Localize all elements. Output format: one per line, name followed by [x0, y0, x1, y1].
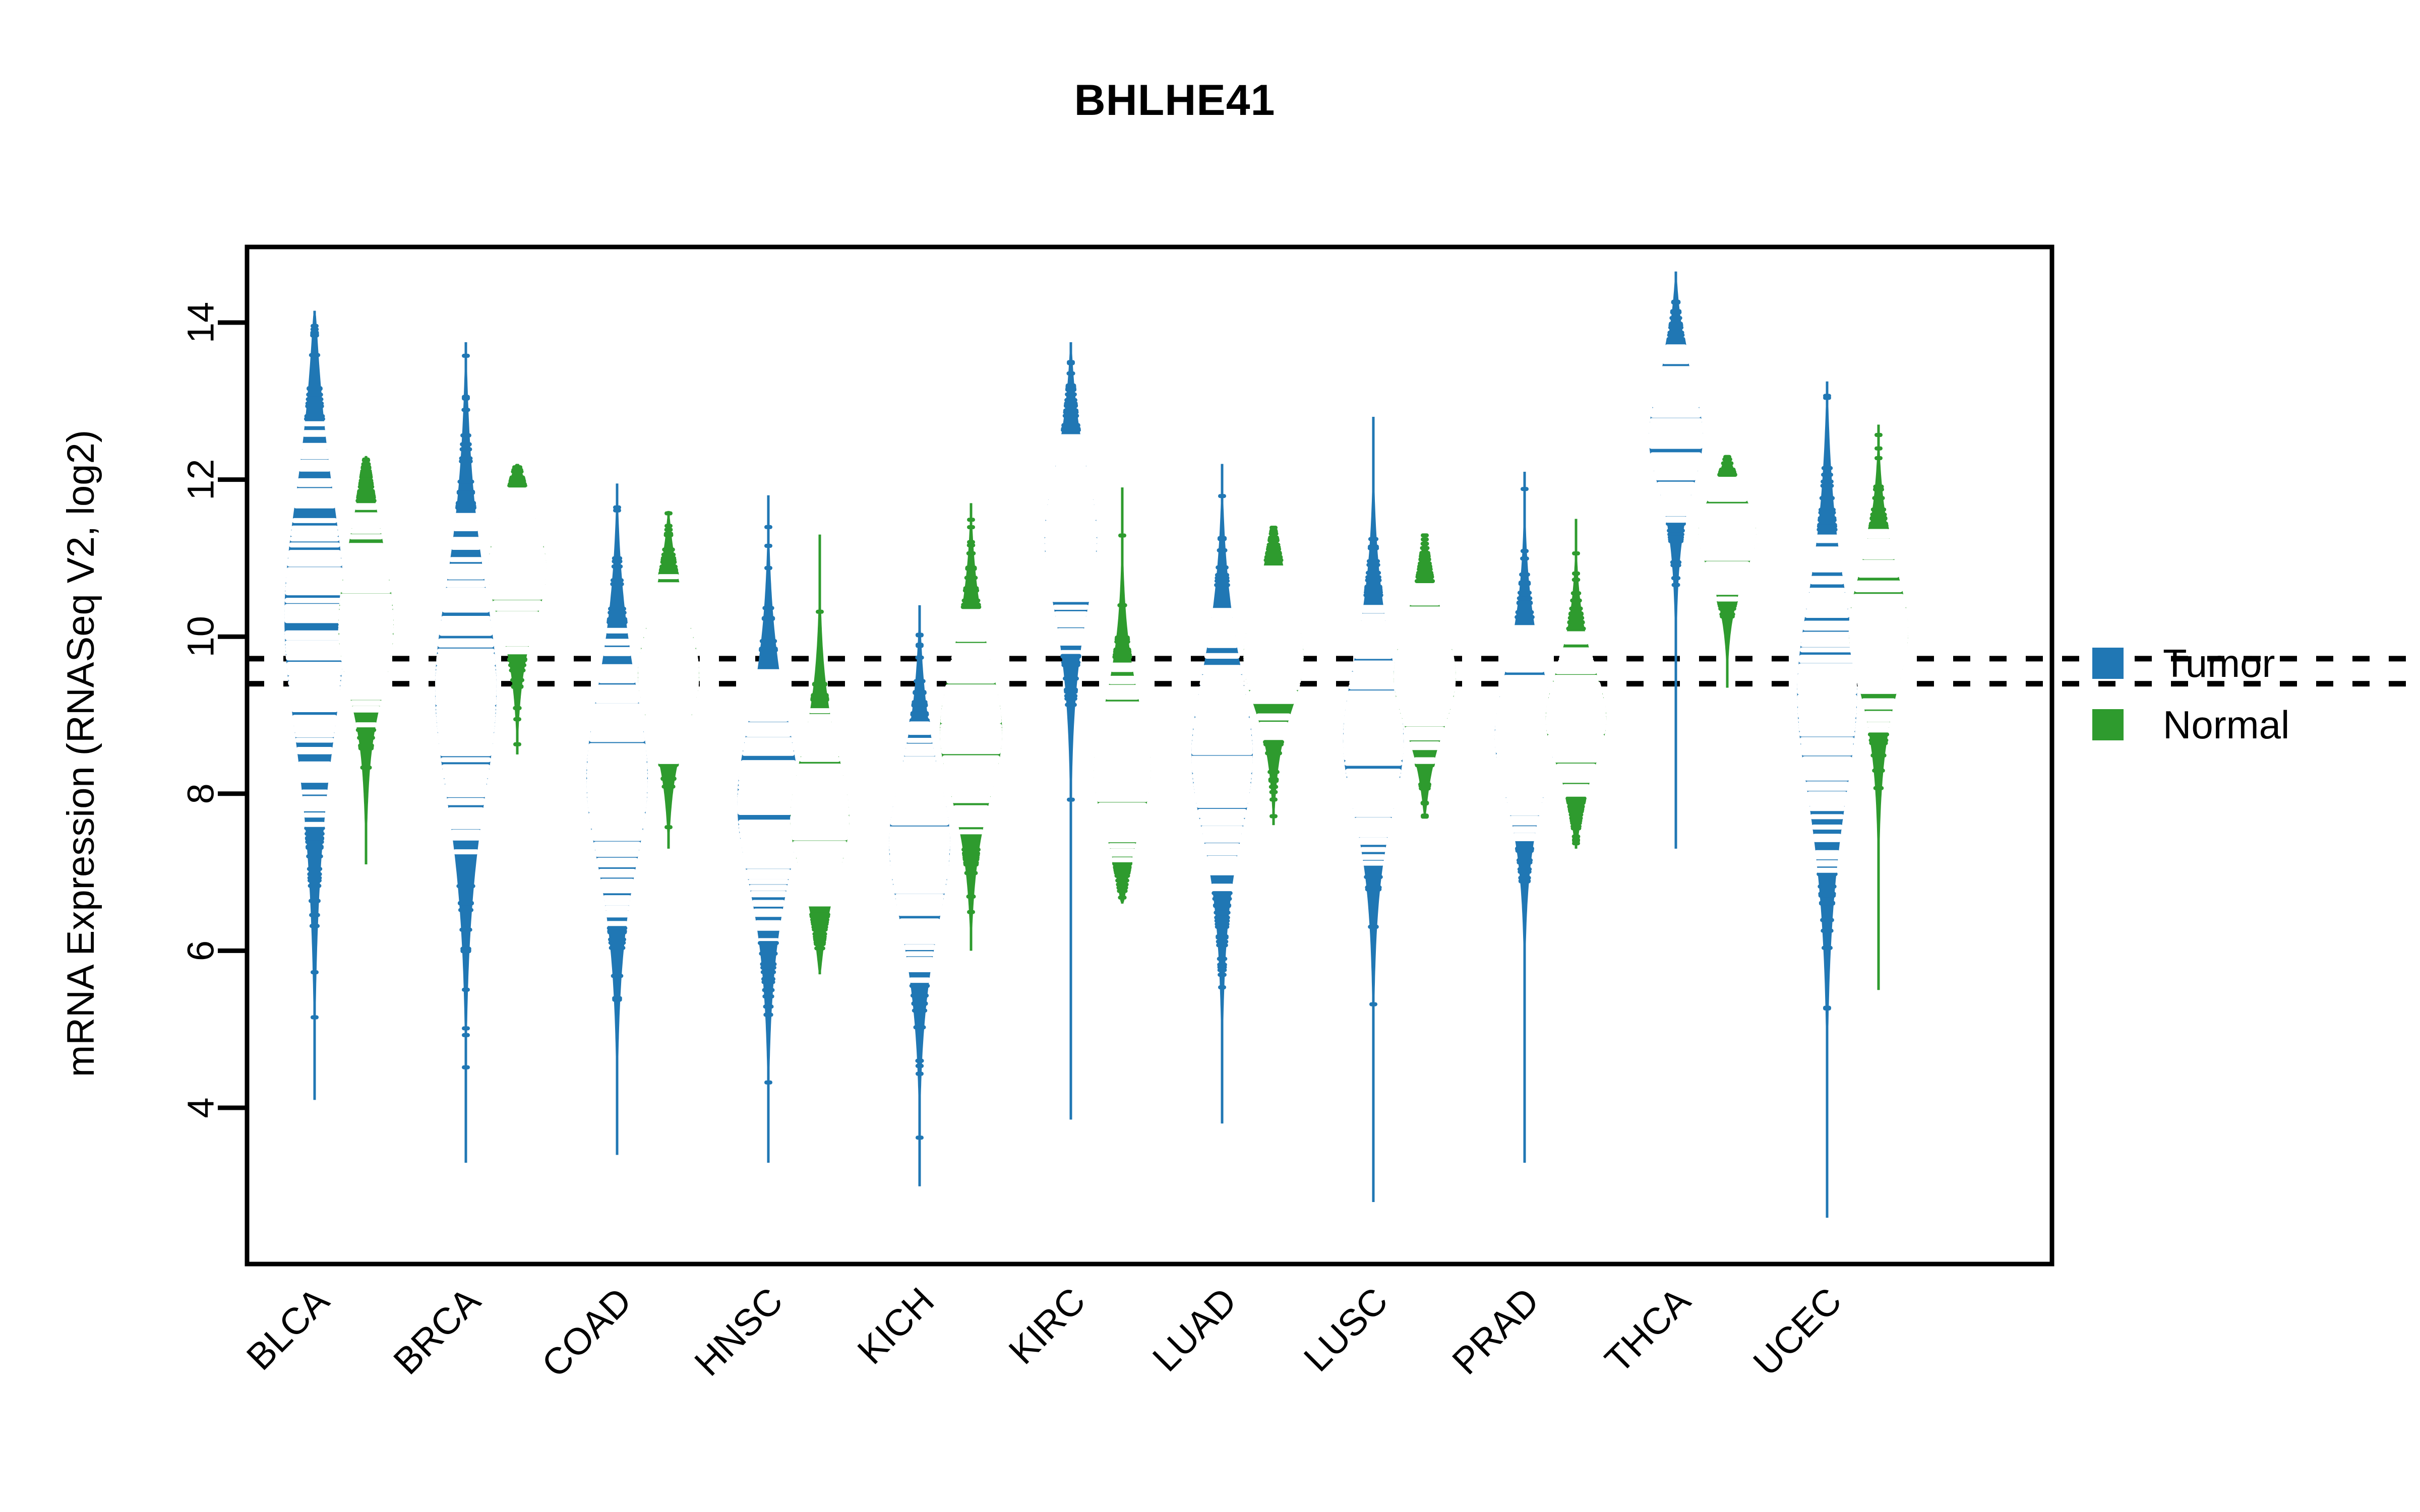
violin-normal-hnsc[interactable] [790, 534, 850, 975]
violin-tumor-kirc[interactable] [1044, 342, 1098, 1120]
violin-normal-blca[interactable] [338, 456, 394, 865]
x-axis-tick-label-kich: KICH [850, 1280, 942, 1372]
x-axis-tick-label-coad: COAD [533, 1280, 639, 1385]
x-axis-tick-label-brca: BRCA [385, 1279, 489, 1382]
y-axis-tick-label: 14 [180, 302, 222, 343]
violin-normal-prad[interactable] [1545, 519, 1607, 849]
y-axis-tick-label: 6 [180, 940, 222, 961]
violin-normal-brca[interactable] [488, 464, 547, 754]
x-axis-tick-label-kirc: KIRC [1001, 1280, 1094, 1372]
violin-tumor-brca[interactable] [435, 342, 497, 1163]
violin-tumor-ucec[interactable] [1797, 381, 1857, 1218]
legend-label-normal: Normal [2163, 702, 2290, 747]
violin-tumor-prad[interactable] [1494, 472, 1555, 1163]
legend-swatch-tumor [2092, 648, 2124, 679]
y-axis-tick-label: 10 [180, 616, 222, 657]
violin-normal-thca[interactable] [1698, 455, 1757, 688]
x-axis-tick-label-thca: THCA [1597, 1279, 1699, 1381]
x-axis-tick-label-lusc: LUSC [1296, 1280, 1396, 1379]
x-axis-tick-label-blca: BLCA [238, 1279, 337, 1378]
violin-tumor-coad[interactable] [586, 483, 648, 1155]
violin-tumor-blca[interactable] [284, 310, 345, 1100]
violin-tumor-lusc[interactable] [1343, 416, 1404, 1202]
y-axis-tick-label: 12 [180, 459, 222, 500]
legend-swatch-normal [2092, 709, 2124, 740]
chart-canvas: BHLHE41 mRNA Expression (RNASeq V2, log2… [0, 0, 2420, 1512]
violin-tumor-luad[interactable] [1191, 464, 1253, 1124]
x-axis-tick-label-ucec: UCEC [1745, 1280, 1849, 1384]
legend-item-tumor[interactable]: Tumor [2092, 633, 2405, 694]
y-axis-tick-label: 8 [180, 783, 222, 804]
violin-plot-svg: 4 6 8 10 12 14 BLCA BRCA COAD HNSC KICH KIRC LUAD LUS… [180, 244, 2410, 1385]
violin-tumor-kich[interactable] [889, 605, 950, 1186]
violin-normal-kirc[interactable] [1094, 487, 1151, 904]
x-axis-tick-label-hnsc: HNSC [686, 1280, 791, 1384]
x-axis-tick-label-luad: LUAD [1144, 1280, 1244, 1379]
legend-label-tumor: Tumor [2163, 641, 2275, 685]
x-axis-tick-label-prad: PRAD [1444, 1280, 1547, 1382]
legend: Tumor Normal [2092, 633, 2405, 755]
violin-normal-ucec[interactable] [1848, 424, 1909, 990]
violin-normal-kich[interactable] [940, 503, 1002, 951]
violin-normal-lusc[interactable] [1394, 533, 1456, 819]
violin-tumor-hnsc[interactable] [737, 495, 800, 1163]
violin-normal-luad[interactable] [1243, 526, 1304, 826]
legend-item-normal[interactable]: Normal [2092, 694, 2405, 755]
violin-tumor-thca[interactable] [1648, 271, 1704, 849]
y-axis-tick-label: 4 [180, 1097, 222, 1118]
